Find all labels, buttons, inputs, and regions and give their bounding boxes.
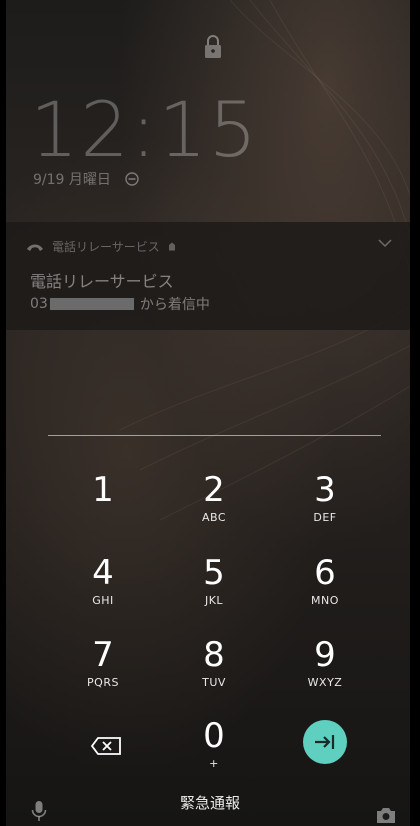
key-9[interactable]: 9 WXYZ bbox=[277, 635, 373, 707]
screen-edge-right bbox=[410, 0, 420, 826]
key-2[interactable]: 2 ABC bbox=[166, 470, 262, 542]
incoming-call-notification[interactable]: 電話リレーサービス 電話リレーサービス 03 から着信中 bbox=[6, 222, 410, 330]
phone-icon bbox=[27, 244, 43, 251]
notification-message: 03 から着信中 bbox=[30, 294, 210, 314]
redacted-number bbox=[49, 298, 134, 310]
key-7[interactable]: 7 PQRS bbox=[55, 635, 151, 707]
key-digit: 6 bbox=[314, 553, 336, 593]
key-digit: 5 bbox=[203, 553, 225, 593]
incoming-call-text: から着信中 bbox=[139, 297, 210, 313]
key-3[interactable]: 3 DEF bbox=[277, 470, 373, 542]
backspace-icon bbox=[90, 737, 121, 755]
key-digit: 7 bbox=[92, 635, 114, 675]
emergency-call-button[interactable]: 緊急通報 bbox=[0, 792, 420, 813]
key-digit: 8 bbox=[203, 635, 225, 675]
key-letters: TUV bbox=[202, 676, 226, 690]
key-4[interactable]: 4 GHI bbox=[55, 553, 151, 625]
key-6[interactable]: 6 MNO bbox=[277, 553, 373, 625]
mic-icon[interactable] bbox=[30, 800, 48, 822]
camera-icon[interactable] bbox=[376, 806, 396, 824]
key-letters: JKL bbox=[204, 594, 224, 608]
key-digit: 1 bbox=[92, 470, 114, 510]
pin-entry-field[interactable] bbox=[48, 435, 381, 436]
key-letters: GHI bbox=[92, 594, 114, 608]
key-letters: DEF bbox=[313, 511, 337, 525]
enter-arrow-icon bbox=[315, 735, 335, 749]
date-row: 9/19 月曜日 bbox=[33, 169, 139, 189]
caller-number-prefix: 03 bbox=[30, 296, 48, 312]
enter-button[interactable] bbox=[303, 720, 347, 764]
screen-edge-left bbox=[0, 0, 6, 826]
notification-header: 電話リレーサービス bbox=[26, 238, 176, 255]
key-letters: + bbox=[209, 757, 219, 771]
key-digit: 3 bbox=[314, 470, 336, 510]
key-8[interactable]: 8 TUV bbox=[166, 635, 262, 707]
key-0[interactable]: 0 + bbox=[166, 716, 262, 788]
key-1[interactable]: 1 bbox=[55, 470, 151, 542]
key-digit: 2 bbox=[203, 470, 225, 510]
date-text: 9/19 月曜日 bbox=[33, 172, 111, 188]
key-digit: 0 bbox=[203, 716, 225, 756]
notification-title: 電話リレーサービス bbox=[30, 272, 174, 291]
notification-badge-icon bbox=[168, 242, 175, 251]
key-5[interactable]: 5 JKL bbox=[166, 553, 262, 625]
key-digit: 9 bbox=[314, 635, 336, 675]
key-letters: ABC bbox=[201, 511, 227, 525]
backspace-button[interactable] bbox=[84, 722, 132, 770]
key-digit: 4 bbox=[92, 553, 114, 593]
notification-app-name: 電話リレーサービス bbox=[52, 240, 160, 254]
key-letters: PQRS bbox=[87, 676, 119, 690]
key-letters: MNO bbox=[311, 594, 339, 608]
do-not-disturb-icon bbox=[125, 172, 139, 186]
key-letters: WXYZ bbox=[307, 676, 343, 690]
lock-icon bbox=[205, 35, 221, 58]
clock-time: 12:15 bbox=[30, 85, 260, 174]
chevron-down-icon[interactable] bbox=[378, 238, 392, 248]
